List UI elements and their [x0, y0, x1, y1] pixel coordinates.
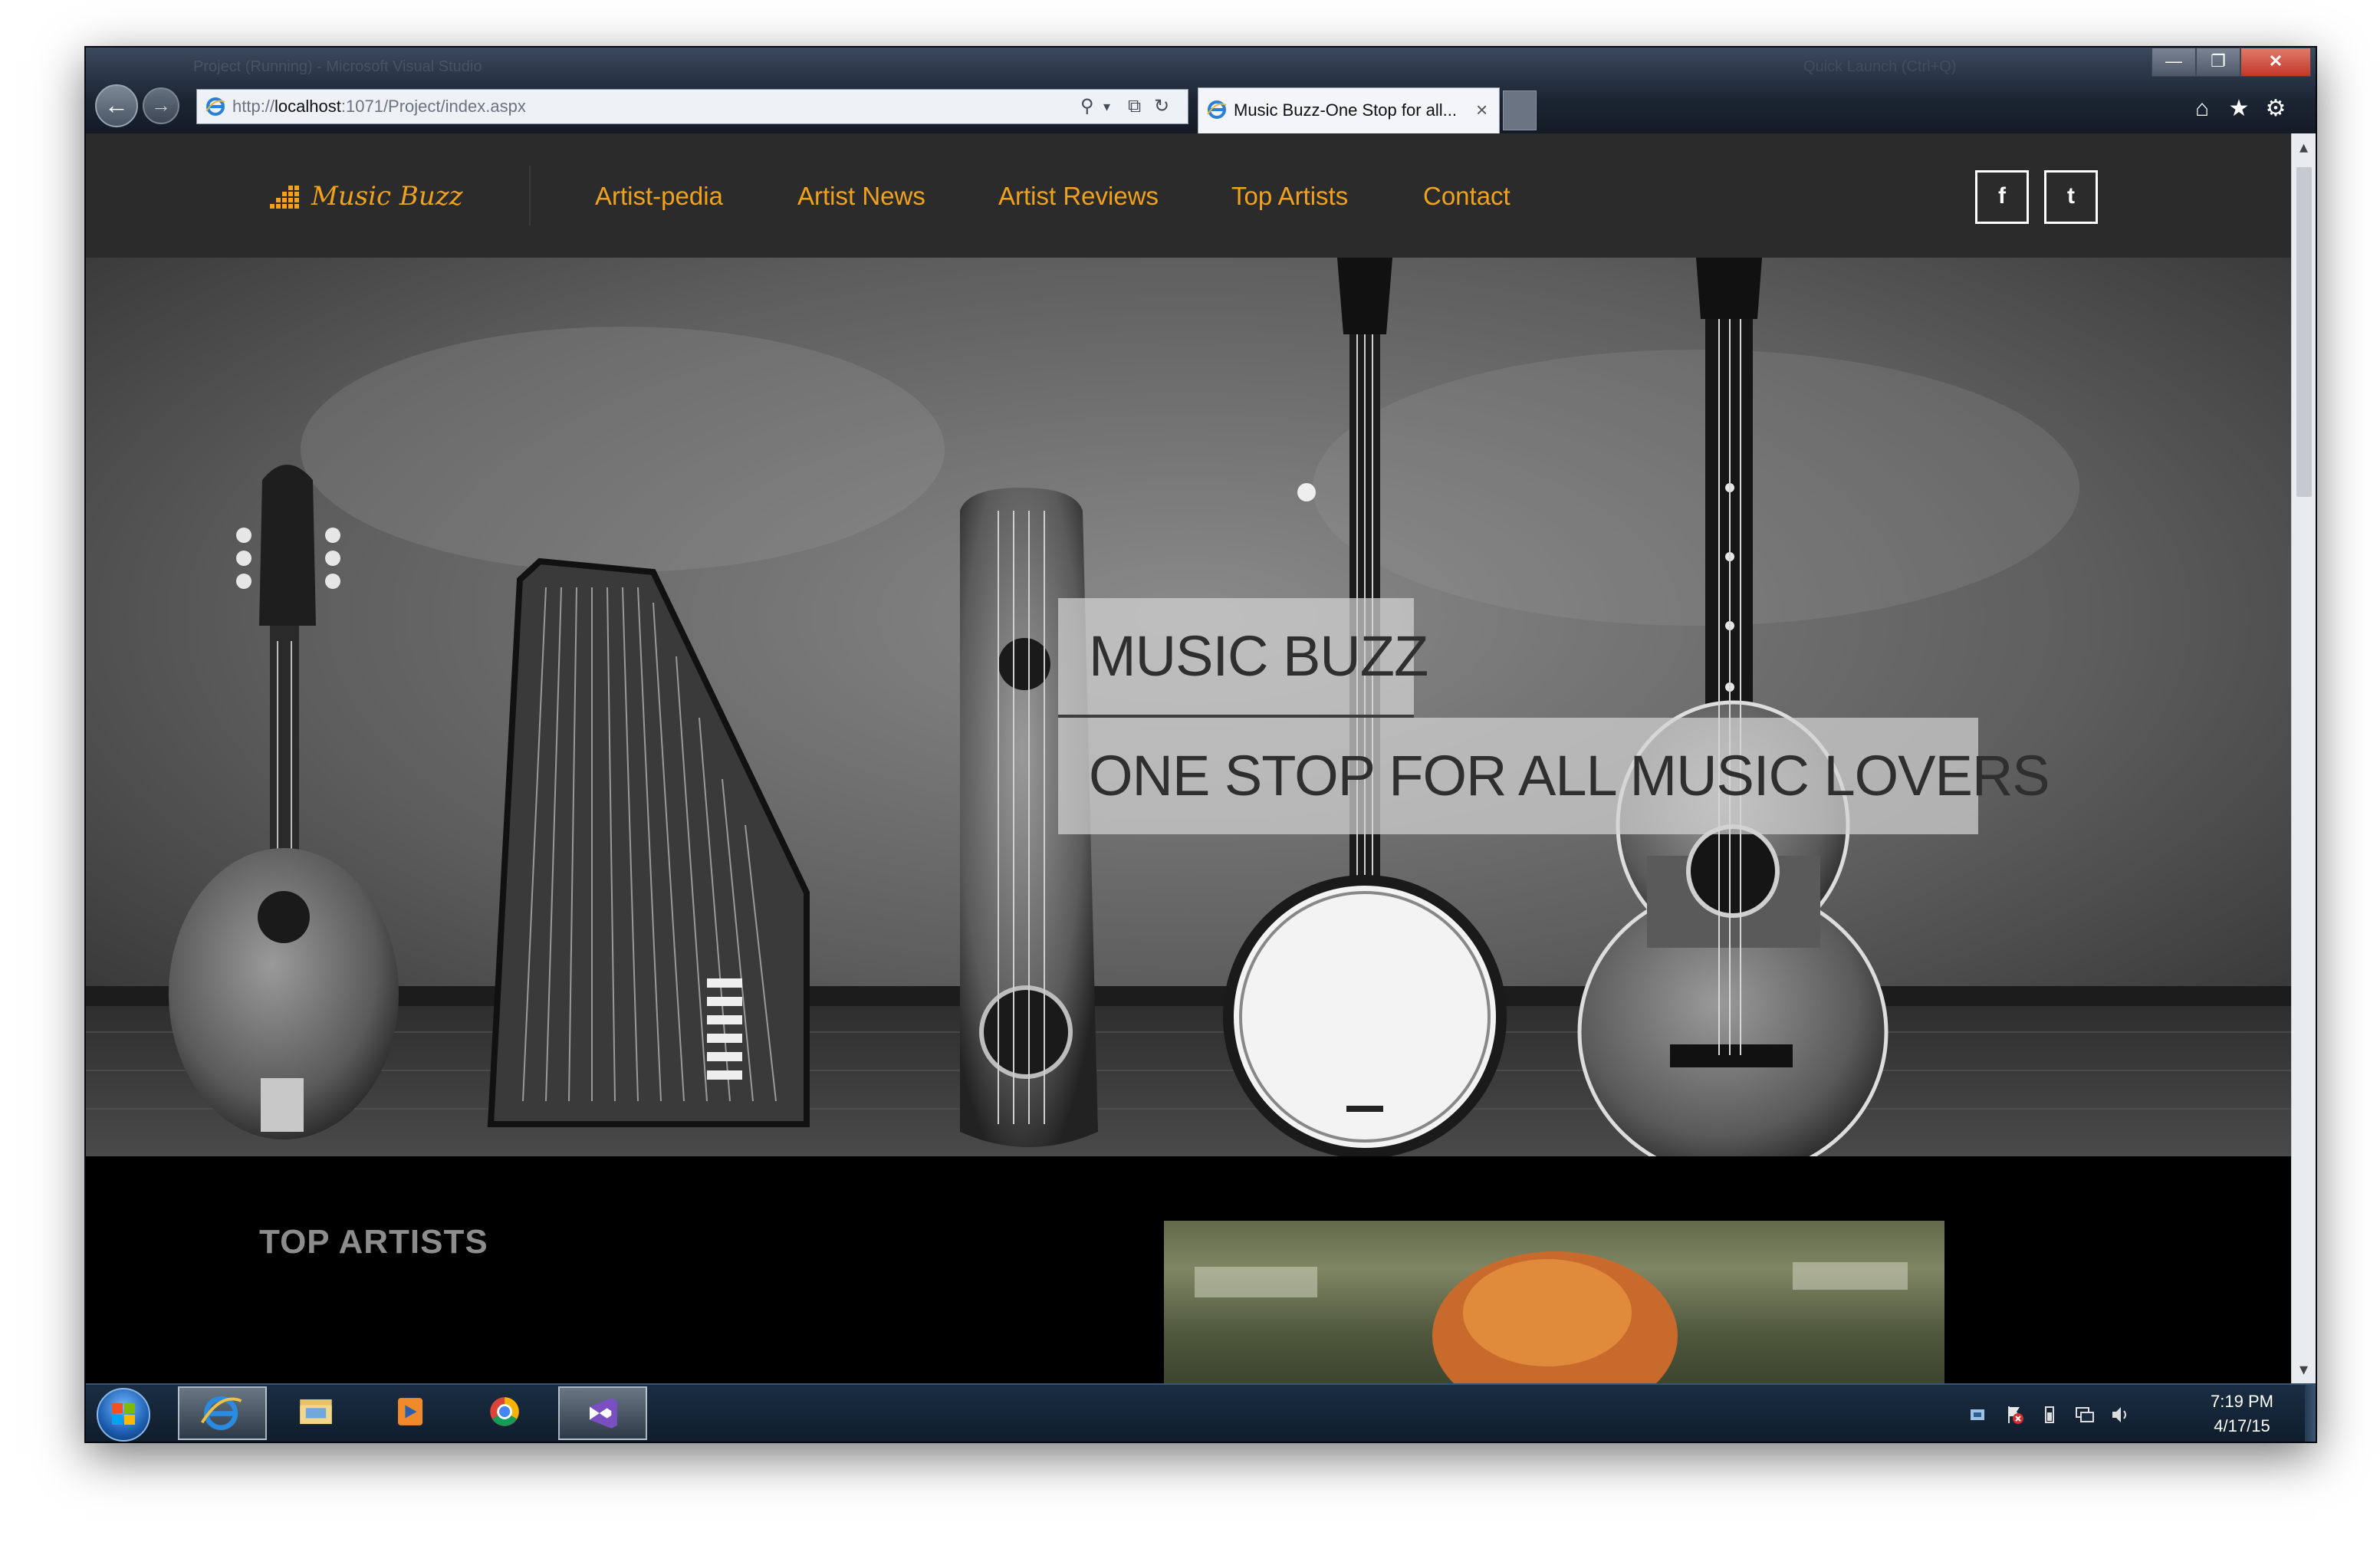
url-path: :1071/Project/index.aspx: [340, 97, 526, 116]
nav-contact[interactable]: Contact: [1423, 179, 1511, 213]
windows-taskbar: 7:19 PM 4/17/15: [86, 1383, 2316, 1442]
hero-title-box: MUSIC BUZZ: [1058, 598, 1428, 715]
folder-icon: [300, 1399, 332, 1425]
chevron-down-icon[interactable]: ▾: [1103, 90, 1110, 123]
back-button[interactable]: ←: [95, 84, 138, 127]
favorites-star-icon[interactable]: ★: [2225, 95, 2253, 123]
site-header: Music Buzz Artist-pedia Artist News Arti…: [86, 133, 2291, 258]
page-scrollbar[interactable]: ▴ ▾: [2291, 133, 2316, 1383]
close-button[interactable]: ✕: [2240, 48, 2311, 77]
scroll-thumb[interactable]: [2296, 167, 2312, 497]
ie-tab-icon: [1207, 100, 1227, 119]
home-icon[interactable]: ⌂: [2188, 95, 2216, 123]
tab-close-icon[interactable]: ×: [1476, 88, 1488, 133]
tab-title: Music Buzz-One Stop for all...: [1234, 100, 1457, 120]
url-prefix: http://: [232, 97, 275, 116]
facebook-icon[interactable]: f: [1975, 170, 2029, 224]
internet-explorer-icon: [200, 1396, 242, 1431]
windows-logo-icon: [112, 1403, 135, 1425]
url-host: localhost: [274, 97, 341, 116]
artist-photo[interactable]: [1164, 1221, 1944, 1383]
page-viewport: Music Buzz Artist-pedia Artist News Arti…: [86, 133, 2291, 1383]
header-divider: [529, 166, 531, 225]
volume-icon[interactable]: [2109, 1403, 2132, 1426]
window-title: Project (Running) - Microsoft Visual Stu…: [193, 58, 482, 75]
scroll-down-arrow-icon[interactable]: ▾: [2292, 1356, 2316, 1383]
equalizer-logo-icon: [270, 186, 299, 209]
browser-toolbar: Project (Running) - Microsoft Visual Stu…: [86, 48, 2316, 133]
system-clock[interactable]: 7:19 PM 4/17/15: [2188, 1389, 2296, 1439]
taskbar-visual-studio[interactable]: [558, 1386, 647, 1440]
forward-button[interactable]: →: [143, 87, 179, 124]
hero-subtitle-box: ONE STOP FOR ALL MUSIC LOVERS: [1058, 718, 2050, 834]
hero-title: MUSIC BUZZ: [1089, 624, 1428, 688]
hero-banner: MUSIC BUZZ ONE STOP FOR ALL MUSIC LOVERS: [86, 258, 2291, 1156]
network-tray-icon[interactable]: [1966, 1403, 1989, 1426]
top-artists-heading: TOP ARTISTS: [259, 1223, 488, 1261]
nav-artist-reviews[interactable]: Artist Reviews: [998, 179, 1159, 213]
maximize-button[interactable]: ❐: [2196, 48, 2240, 77]
nav-top-artists[interactable]: Top Artists: [1231, 179, 1348, 213]
action-center-flag-icon[interactable]: [2003, 1403, 2026, 1426]
nav-artist-news[interactable]: Artist News: [797, 179, 925, 213]
taskbar-windows-explorer[interactable]: [273, 1386, 362, 1440]
show-desktop-button[interactable]: [2305, 1385, 2316, 1442]
browser-window: Project (Running) - Microsoft Visual Stu…: [86, 48, 2316, 1442]
battery-icon[interactable]: [2038, 1403, 2061, 1426]
ie-page-icon: [205, 97, 225, 116]
taskbar-internet-explorer[interactable]: [178, 1386, 267, 1440]
taskbar-media-player[interactable]: [368, 1386, 457, 1440]
minimize-button[interactable]: —: [2152, 48, 2196, 77]
quick-launch-hint: Quick Launch (Ctrl+Q): [1803, 58, 1957, 75]
hero-subtitle: ONE STOP FOR ALL MUSIC LOVERS: [1089, 744, 2050, 807]
artist-photo-image: [1164, 1221, 1944, 1383]
taskbar-chrome[interactable]: [463, 1386, 552, 1440]
new-tab-button[interactable]: [1503, 90, 1537, 130]
clock-time: 7:19 PM: [2211, 1392, 2273, 1411]
chrome-icon: [490, 1397, 519, 1426]
search-icon[interactable]: ⚲: [1080, 90, 1094, 123]
visual-studio-icon: [590, 1398, 617, 1429]
address-bar[interactable]: http://localhost:1071/Project/index.aspx…: [196, 89, 1188, 124]
url-text[interactable]: http://localhost:1071/Project/index.aspx: [232, 90, 526, 123]
nav-artist-pedia[interactable]: Artist-pedia: [595, 179, 723, 213]
twitter-icon[interactable]: t: [2044, 170, 2098, 224]
media-player-icon: [398, 1398, 423, 1425]
start-button[interactable]: [97, 1388, 150, 1442]
tab-music-buzz[interactable]: Music Buzz-One Stop for all... ×: [1198, 87, 1500, 133]
clock-date: 4/17/15: [2214, 1416, 2270, 1435]
refresh-icon[interactable]: ↻: [1154, 90, 1169, 123]
scroll-up-arrow-icon[interactable]: ▴: [2292, 133, 2316, 161]
compatibility-view-icon[interactable]: ⧉: [1128, 90, 1141, 123]
tools-gear-icon[interactable]: ⚙: [2262, 95, 2290, 123]
logo-text: Music Buzz: [311, 181, 463, 212]
network-connection-icon[interactable]: [2073, 1403, 2096, 1426]
